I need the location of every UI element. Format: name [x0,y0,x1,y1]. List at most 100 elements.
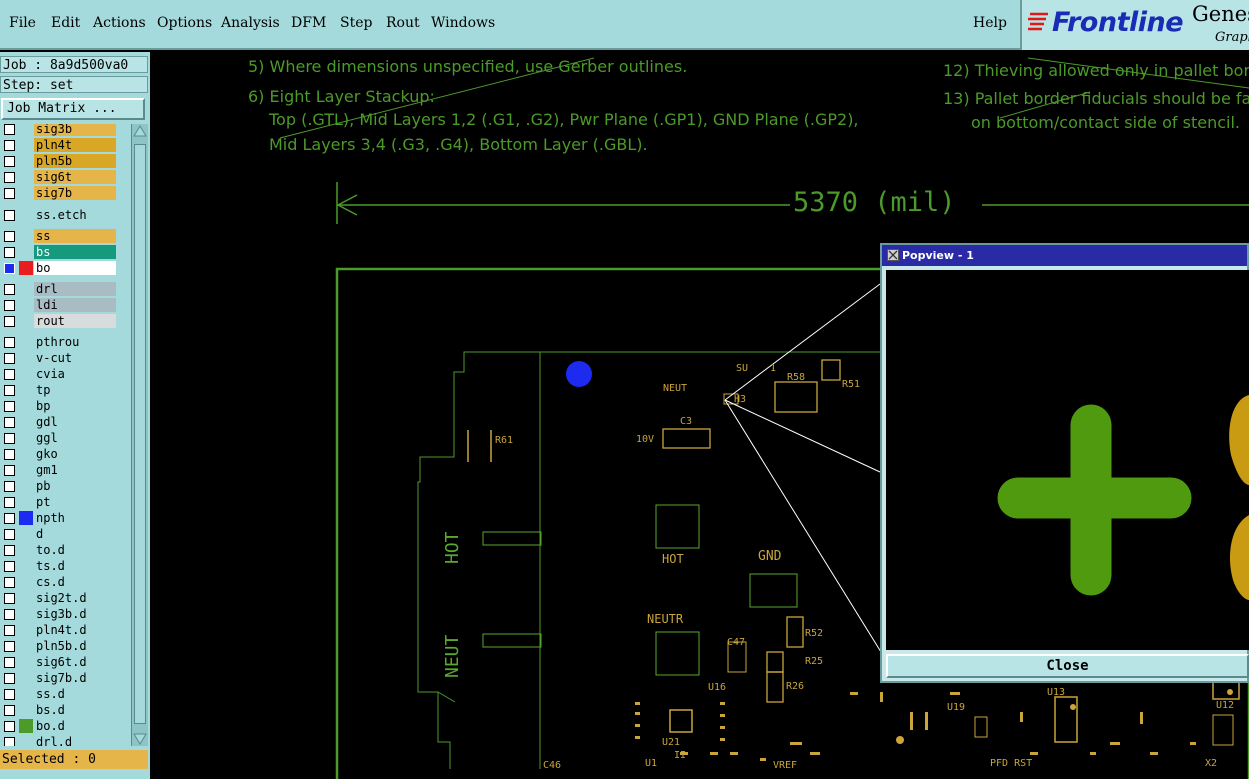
layer-color-swatch[interactable] [19,575,33,589]
layer-name[interactable]: v-cut [34,351,116,365]
layer-name[interactable]: rout [34,314,116,328]
layer-name[interactable]: ts.d [34,559,116,573]
layer-checkbox[interactable] [4,513,15,524]
layer-name[interactable]: tp [34,383,116,397]
scroll-up-icon[interactable] [132,124,148,138]
layer-checkbox[interactable] [4,369,15,380]
layer-name[interactable]: bo [34,261,116,275]
layer-checkbox[interactable] [4,545,15,556]
layer-color-swatch[interactable] [19,591,33,605]
layer-color-swatch[interactable] [19,314,33,328]
menu-actions[interactable]: Actions [93,15,146,31]
layer-row-bs[interactable]: bs [0,245,131,260]
layer-row-pb[interactable]: pb [0,479,131,494]
layer-name[interactable]: sig6t.d [34,655,116,669]
layer-checkbox[interactable] [4,156,15,167]
menu-file[interactable]: File [9,15,36,31]
layer-color-swatch[interactable] [19,431,33,445]
layer-name[interactable]: ss.etch [34,208,116,222]
layer-row-to-d[interactable]: to.d [0,543,131,558]
layer-row-gko[interactable]: gko [0,447,131,462]
popview-close-button[interactable]: Close [886,654,1249,678]
layer-checkbox[interactable] [4,300,15,311]
layer-color-swatch[interactable] [19,719,33,733]
layer-checkbox[interactable] [4,481,15,492]
layer-row-sig3b[interactable]: sig3b [0,124,131,137]
layer-color-swatch[interactable] [19,655,33,669]
layer-row-drl[interactable]: drl [0,282,131,297]
layer-checkbox[interactable] [4,124,15,135]
layer-checkbox[interactable] [4,641,15,652]
layer-row-sig6t[interactable]: sig6t [0,170,131,185]
layer-row-ts-d[interactable]: ts.d [0,559,131,574]
layer-name[interactable]: d [34,527,116,541]
layer-name[interactable]: sig3b [34,124,116,136]
layer-name[interactable]: pt [34,495,116,509]
layer-row-sig6t-d[interactable]: sig6t.d [0,655,131,670]
layer-row-pthrou[interactable]: pthrou [0,335,131,350]
layer-checkbox[interactable] [4,577,15,588]
layer-color-swatch[interactable] [19,186,33,200]
layer-name[interactable]: to.d [34,543,116,557]
layer-name[interactable]: pthrou [34,335,116,349]
layer-row-sig3b-d[interactable]: sig3b.d [0,607,131,622]
layer-name[interactable]: sig7b.d [34,671,116,685]
layer-checkbox[interactable] [4,465,15,476]
layer-row-cvia[interactable]: cvia [0,367,131,382]
layer-color-swatch[interactable] [19,298,33,312]
layer-color-swatch[interactable] [19,208,33,222]
layer-name[interactable]: ggl [34,431,116,445]
layer-name[interactable]: cvia [34,367,116,381]
layer-checkbox[interactable] [4,705,15,716]
layer-color-swatch[interactable] [19,170,33,184]
layer-color-swatch[interactable] [19,623,33,637]
layer-checkbox[interactable] [4,529,15,540]
layer-color-swatch[interactable] [19,399,33,413]
layer-row-cs-d[interactable]: cs.d [0,575,131,590]
layer-checkbox[interactable] [4,210,15,221]
layer-row-gm1[interactable]: gm1 [0,463,131,478]
layer-color-swatch[interactable] [19,559,33,573]
layer-color-swatch[interactable] [19,282,33,296]
layer-checkbox[interactable] [4,657,15,668]
layer-checkbox[interactable] [4,353,15,364]
layer-color-swatch[interactable] [19,687,33,701]
layer-color-swatch[interactable] [19,639,33,653]
layer-name[interactable]: bo.d [34,719,116,733]
layer-name[interactable]: drl.d [34,735,116,746]
layer-color-swatch[interactable] [19,511,33,525]
layer-name[interactable]: bs [34,245,116,259]
layer-row-bo[interactable]: bo [0,261,131,276]
layer-row-pln4t-d[interactable]: pln4t.d [0,623,131,638]
layer-name[interactable]: cs.d [34,575,116,589]
layer-row-ss[interactable]: ss [0,229,131,244]
menu-step[interactable]: Step [340,15,372,31]
layer-row-pt[interactable]: pt [0,495,131,510]
layer-name[interactable]: ldi [34,298,116,312]
layer-row-gdl[interactable]: gdl [0,415,131,430]
layer-color-swatch[interactable] [19,527,33,541]
menu-edit[interactable]: Edit [51,15,80,31]
layer-row-sig7b-d[interactable]: sig7b.d [0,671,131,686]
layer-name[interactable]: bs.d [34,703,116,717]
layer-name[interactable]: pb [34,479,116,493]
layer-checkbox[interactable] [4,609,15,620]
layer-row-bo-d[interactable]: bo.d [0,719,131,734]
layer-color-swatch[interactable] [19,154,33,168]
layer-checkbox[interactable] [4,172,15,183]
layer-row-bs-d[interactable]: bs.d [0,703,131,718]
layer-row-pln4t[interactable]: pln4t [0,138,131,153]
layer-checkbox[interactable] [4,625,15,636]
layer-checkbox[interactable] [4,284,15,295]
layer-checkbox[interactable] [4,401,15,412]
layer-checkbox[interactable] [4,385,15,396]
layer-checkbox[interactable] [4,316,15,327]
layer-color-swatch[interactable] [19,383,33,397]
layer-checkbox[interactable] [4,337,15,348]
menu-rout[interactable]: Rout [386,15,420,31]
layer-color-swatch[interactable] [19,607,33,621]
job-matrix-button[interactable]: Job Matrix ... [1,98,145,120]
layer-row-d[interactable]: d [0,527,131,542]
layer-checkbox[interactable] [4,231,15,242]
layer-name[interactable]: sig2t.d [34,591,116,605]
